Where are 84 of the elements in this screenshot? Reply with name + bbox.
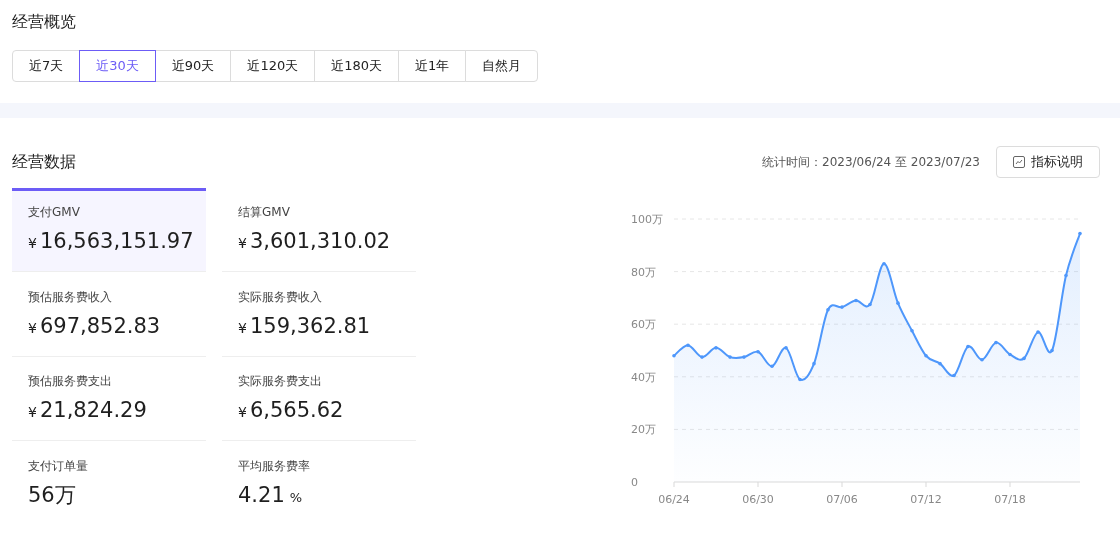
metric-card[interactable]: 结算GMV ¥3,601,310.02 [222, 188, 416, 272]
data-point [812, 361, 816, 366]
axis-label: 07/18 [994, 493, 1026, 506]
period-tab[interactable]: 近7天 [12, 50, 81, 82]
axis-label: 20万 [631, 423, 656, 437]
data-point [826, 307, 830, 312]
metric-value: 16,563,151.97 [39, 228, 194, 255]
data-point [728, 355, 732, 359]
metric-label: 结算GMV [238, 204, 290, 221]
metric-value: 21,824.29 [39, 397, 147, 424]
section-title: 经营数据 [12, 151, 76, 173]
currency-symbol: ¥ [28, 234, 37, 253]
currency-symbol: ¥ [238, 234, 247, 253]
period-tab[interactable]: 近180天 [314, 50, 400, 82]
data-point [686, 343, 690, 348]
data-point [1008, 352, 1012, 357]
data-point [756, 350, 760, 354]
metric-value: 4.21 [238, 481, 285, 509]
metric-label: 支付订单量 [28, 457, 88, 475]
metric-value: 159,362.81 [249, 312, 371, 340]
metric-card[interactable]: 实际服务费收入 ¥159,362.81 [222, 272, 416, 357]
currency-symbol: ¥ [28, 403, 37, 422]
metric-label: 实际服务费收入 [238, 288, 322, 306]
metric-value: 697,852.83 [39, 312, 161, 340]
data-point [966, 344, 970, 349]
data-point [924, 353, 928, 358]
data-point [882, 261, 886, 266]
metric-card[interactable]: 支付GMV ¥16,563,151.97 [12, 188, 206, 272]
data-point [854, 298, 858, 303]
metric-label: 支付GMV [28, 204, 80, 221]
metric-card[interactable]: 支付订单量 56万 [12, 441, 206, 526]
axis-label: 0 [631, 476, 638, 489]
metric-value: 6,565.62 [249, 397, 344, 424]
data-point [840, 305, 844, 309]
axis-label: 40万 [631, 370, 656, 384]
period-tab[interactable]: 近120天 [230, 50, 316, 82]
data-point [700, 355, 704, 359]
data-point [798, 377, 802, 382]
metric-card[interactable]: 预估服务费支出 ¥21,824.29 [12, 357, 206, 441]
data-point [1022, 356, 1026, 361]
data-point [1078, 231, 1082, 236]
data-point [672, 353, 676, 358]
axis-label: 07/12 [910, 493, 942, 506]
help-button[interactable]: 指标说明 [996, 146, 1100, 178]
data-point [1064, 273, 1068, 278]
metric-card[interactable]: 实际服务费支出 ¥6,565.62 [222, 357, 416, 441]
axis-label: 80万 [631, 265, 656, 279]
axis-label: 06/24 [658, 493, 690, 506]
data-point [938, 361, 942, 366]
data-point [980, 357, 984, 362]
axis-label: 100万 [631, 213, 663, 226]
currency-symbol: ¥ [238, 403, 247, 422]
data-point [910, 329, 914, 333]
metric-card[interactable]: 平均服务费率 4.21 % [222, 441, 416, 526]
data-point [994, 340, 998, 345]
metric-label: 平均服务费率 [238, 457, 310, 475]
period-tab[interactable]: 近90天 [154, 50, 232, 82]
currency-symbol: ¥ [238, 318, 247, 338]
data-point [784, 346, 788, 350]
data-point [868, 302, 872, 307]
metric-value: 3,601,310.02 [249, 228, 391, 255]
metric-label: 实际服务费支出 [238, 373, 322, 390]
data-point [1036, 330, 1040, 334]
percent-sign: % [289, 488, 303, 507]
chart-icon [1013, 156, 1025, 168]
axis-label: 07/06 [826, 493, 858, 506]
data-point [742, 355, 746, 359]
axis-label: 60万 [631, 318, 656, 332]
axis-label: 06/30 [742, 493, 774, 506]
metric-label: 预估服务费支出 [28, 373, 112, 390]
stat-time-text: 统计时间：2023/06/24 至 2023/07/23 [762, 154, 980, 171]
data-point [1050, 348, 1054, 353]
data-point [952, 373, 956, 378]
metric-label: 预估服务费收入 [28, 288, 112, 306]
currency-symbol: ¥ [28, 318, 37, 338]
metric-value: 56万 [28, 481, 76, 509]
data-point [770, 364, 774, 369]
section-title: 经营概览 [12, 11, 76, 33]
data-point [714, 346, 718, 350]
period-tab[interactable]: 自然月 [465, 50, 539, 82]
data-point [896, 301, 900, 305]
period-tab[interactable]: 近1年 [398, 50, 467, 82]
period-tab[interactable]: 近30天 [79, 50, 156, 82]
metric-card[interactable]: 预估服务费收入 ¥697,852.83 [12, 272, 206, 357]
